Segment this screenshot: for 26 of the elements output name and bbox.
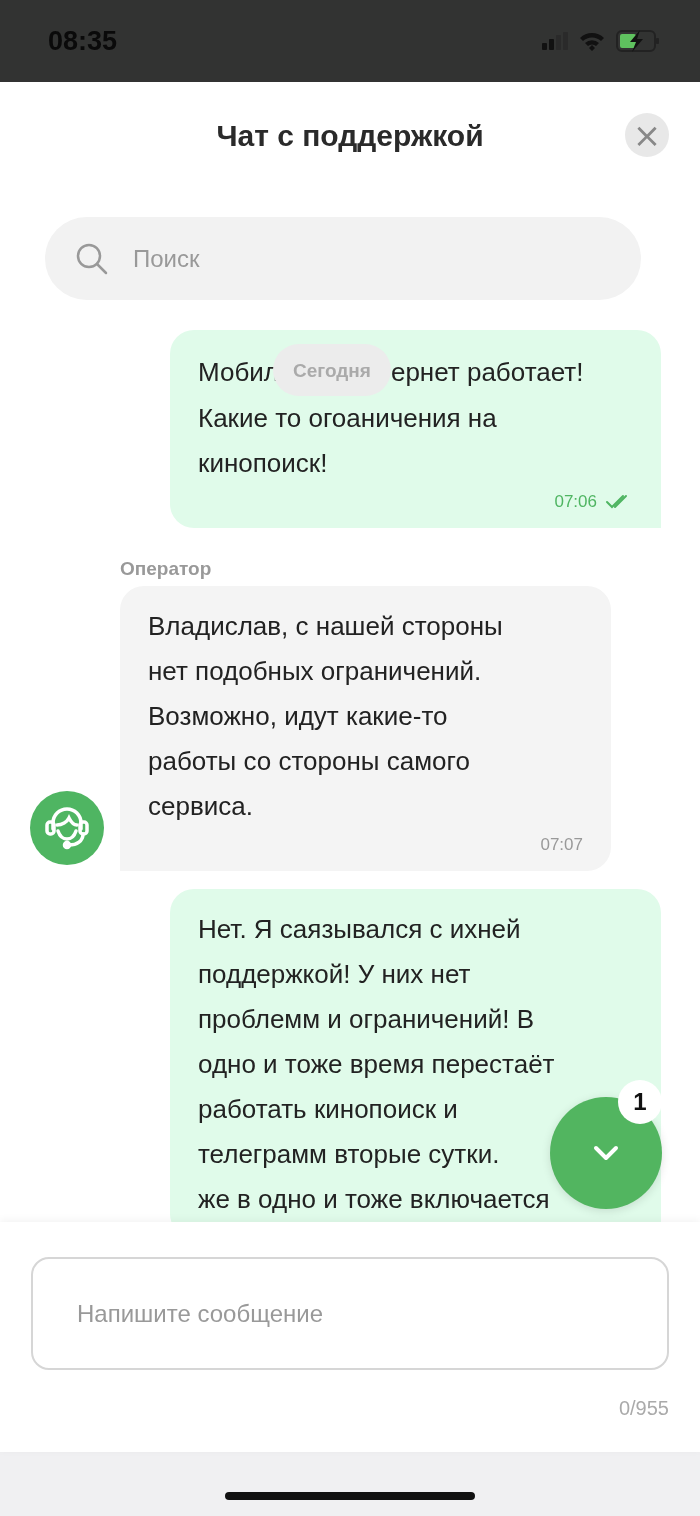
message-line: работать кинопоиск и [198, 1093, 458, 1126]
message-line: телеграмм вторые сутки. [198, 1138, 500, 1171]
message-line: Какие то огоаничения на [198, 402, 497, 435]
message-line: проблемм и ограничений! В [198, 1003, 535, 1036]
chevron-down-icon [593, 1145, 619, 1161]
message-time: 07:07 [540, 835, 583, 855]
character-counter: 0/955 [617, 1397, 669, 1420]
message-text: Владислав, с нашей стороны нет подобных ограничений. Возможно, идут какие-то работы со стороны самого сервиса. [148, 610, 504, 823]
message-line: одно и тоже время перестаёт [198, 1048, 555, 1081]
chat-title: Чат с поддержкой [216, 119, 484, 153]
message-line: же в одно и тоже включается [198, 1183, 550, 1216]
operator-avatar-icon [30, 791, 104, 865]
battery-charging-icon [616, 30, 660, 52]
message-time: 07:06 [554, 492, 597, 512]
search-icon [75, 242, 109, 276]
date-chip: Сегодня [273, 344, 391, 396]
message-line: кинопоиск! [198, 447, 328, 480]
signal-icon [542, 32, 568, 50]
close-button[interactable]: × [625, 113, 669, 157]
wifi-icon [578, 31, 606, 51]
message-line: поддержкой! У них нет [198, 958, 471, 991]
message-input[interactable]: Напишите сообщение [31, 1257, 669, 1370]
message-line: Нет. Я саязывался с ихней [198, 913, 521, 946]
search-field[interactable]: Поиск [45, 217, 641, 300]
message-text: ернет работает! [390, 355, 584, 389]
sender-name: Оператор [120, 558, 213, 580]
